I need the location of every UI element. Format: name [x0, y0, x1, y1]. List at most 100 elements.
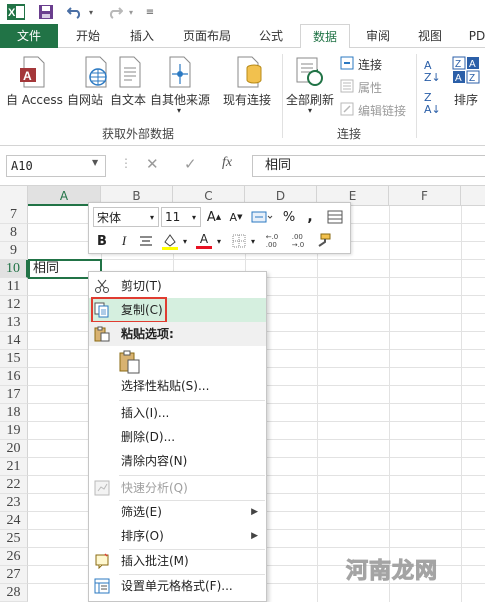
properties-icon	[340, 79, 354, 96]
svg-text:A: A	[455, 73, 462, 84]
save-icon[interactable]	[36, 3, 56, 21]
from-text-button[interactable]: 自文本	[110, 91, 146, 108]
row-header[interactable]: 23	[0, 494, 28, 512]
row-header[interactable]: 14	[0, 332, 28, 350]
tab-file[interactable]: 文件	[0, 24, 58, 48]
row-header[interactable]: 15	[0, 350, 28, 368]
tab-home[interactable]: 开始	[64, 24, 112, 48]
font-color-icon[interactable]: A	[193, 231, 215, 251]
select-all-corner[interactable]	[0, 186, 28, 206]
redo-dropdown-icon[interactable]: ▾	[126, 3, 136, 21]
tab-page-layout[interactable]: 页面布局	[172, 24, 242, 48]
row-header[interactable]: 9	[0, 242, 28, 260]
row-header[interactable]: 22	[0, 476, 28, 494]
paste-option-icon[interactable]	[119, 350, 141, 374]
existing-connections-icon	[234, 56, 264, 91]
enter-icon[interactable]: ✓	[184, 155, 197, 173]
menu-item-paste-special[interactable]: 选择性粘贴(S)...	[89, 374, 266, 398]
row-header[interactable]: 25	[0, 530, 28, 548]
row-header[interactable]: 28	[0, 584, 28, 602]
menu-item-sort[interactable]: 排序(O) ▶	[89, 524, 266, 548]
row-header[interactable]: 17	[0, 386, 28, 404]
undo-icon[interactable]	[66, 3, 84, 21]
name-box[interactable]: A10	[6, 155, 106, 177]
menu-section-paste-options: 粘贴选项:	[89, 322, 266, 346]
menu-item-insert-comment[interactable]: 插入批注(M)	[89, 549, 266, 573]
borders-icon[interactable]	[229, 231, 249, 251]
decrease-font-icon[interactable]: A ▼	[227, 207, 245, 227]
edit-links-icon	[340, 102, 354, 119]
properties-button[interactable]: 属性	[358, 79, 382, 96]
comma-style-button[interactable]: ,	[303, 207, 317, 227]
watermark: 河南龙网	[345, 559, 439, 585]
format-cells-icon	[93, 577, 111, 595]
chevron-down-icon: ▾	[216, 236, 221, 246]
formula-bar: A10 ▼ ⋮ ✕ ✓ fx 相同	[0, 146, 485, 186]
redo-icon[interactable]	[106, 3, 124, 21]
tab-data[interactable]: 数据	[300, 24, 350, 49]
menu-item-cut[interactable]: 剪切(T)	[89, 274, 266, 298]
group-label-connections: 连接	[337, 127, 362, 141]
align-center-icon[interactable]	[137, 231, 155, 251]
row-header[interactable]: 27	[0, 566, 28, 584]
increase-font-icon[interactable]: A ▲	[205, 207, 223, 227]
row-header[interactable]: 18	[0, 404, 28, 422]
edit-links-button[interactable]: 编辑链接	[358, 102, 406, 119]
increase-decimal-button[interactable]: ←.0 .00	[261, 231, 283, 251]
refresh-all-icon	[295, 56, 325, 91]
row-header[interactable]: 24	[0, 512, 28, 530]
format-painter-icon[interactable]	[313, 231, 333, 251]
row-header[interactable]: 20	[0, 440, 28, 458]
menu-item-label: 删除(D)...	[121, 430, 176, 444]
connections-icon	[340, 56, 354, 73]
menu-item-filter[interactable]: 筛选(E) ▶	[89, 500, 266, 524]
sort-button[interactable]: 排序	[454, 91, 478, 108]
menu-item-insert[interactable]: 插入(I)...	[89, 401, 266, 425]
connections-button[interactable]: 连接	[358, 56, 382, 73]
row-header[interactable]: 10	[0, 260, 28, 278]
menu-item-delete[interactable]: 删除(D)...	[89, 425, 266, 449]
font-size-value: 11	[165, 210, 181, 224]
undo-dropdown-icon[interactable]: ▾	[86, 3, 96, 21]
row-header[interactable]: 8	[0, 224, 28, 242]
row-header[interactable]: 19	[0, 422, 28, 440]
tab-review[interactable]: 审阅	[356, 24, 400, 48]
fill-color-icon[interactable]	[159, 231, 181, 251]
format-painter-table-icon[interactable]	[325, 207, 345, 227]
chevron-down-icon: ▾	[182, 236, 187, 246]
existing-connections-button[interactable]: 现有连接	[223, 91, 271, 108]
row-header[interactable]: 13	[0, 314, 28, 332]
cancel-icon[interactable]: ✕	[146, 155, 159, 173]
other-sources-icon	[166, 56, 194, 91]
svg-text:Z: Z	[455, 59, 461, 70]
number-format-icon[interactable]	[249, 207, 275, 227]
name-box-dropdown-icon[interactable]: ▼	[92, 158, 98, 167]
row-header[interactable]: 26	[0, 548, 28, 566]
tab-formulas[interactable]: 公式	[248, 24, 294, 48]
sort-az-icon[interactable]: A Z↓	[424, 60, 441, 84]
row-header[interactable]: 16	[0, 368, 28, 386]
formula-input[interactable]: 相同	[252, 155, 485, 177]
decrease-decimal-button[interactable]: .00 →.0	[287, 231, 309, 251]
tab-pdf[interactable]: PD	[462, 24, 485, 48]
from-web-button[interactable]: 自网站	[67, 91, 103, 108]
customize-qat-icon[interactable]: ≡	[144, 3, 156, 21]
title-bar: X ▾ ▾ ≡	[0, 0, 485, 24]
from-access-button[interactable]: 自 Access	[6, 91, 63, 108]
tab-view[interactable]: 视图	[408, 24, 452, 48]
menu-item-format-cells[interactable]: 设置单元格格式(F)...	[89, 574, 266, 598]
percent-style-button[interactable]: %	[281, 207, 297, 227]
menu-item-quick-analysis[interactable]: 快速分析(Q)	[89, 476, 266, 500]
row-header[interactable]: 7	[0, 206, 28, 224]
sort-za-icon[interactable]: Z A↓	[424, 92, 441, 116]
font-color-letter: A	[199, 232, 209, 246]
italic-button[interactable]: I	[115, 231, 133, 251]
insert-function-icon[interactable]: fx	[222, 155, 232, 171]
row-header[interactable]: 21	[0, 458, 28, 476]
row-header[interactable]: 11	[0, 278, 28, 296]
menu-item-clear-contents[interactable]: 清除内容(N)	[89, 449, 266, 473]
bold-button[interactable]: B	[93, 231, 111, 251]
row-header[interactable]: 12	[0, 296, 28, 314]
column-header-f[interactable]: F	[389, 186, 461, 206]
tab-insert[interactable]: 插入	[118, 24, 166, 48]
